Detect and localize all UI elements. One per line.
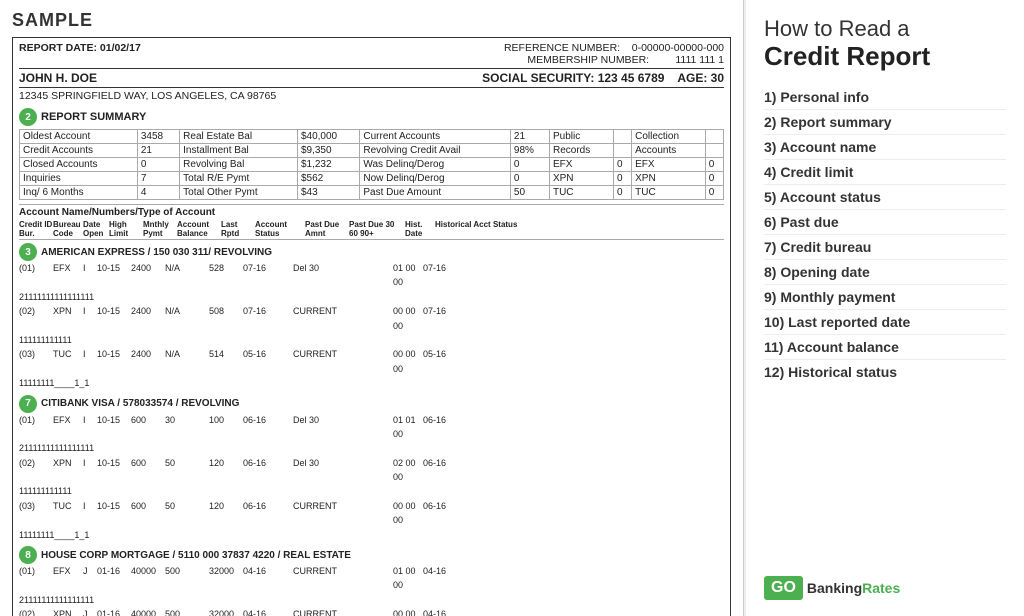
report-date: REPORT DATE: 01/02/17	[19, 42, 141, 66]
table-row: Closed Accounts0 Revolving Bal$1,232 Was…	[20, 158, 724, 172]
mortgage-name: HOUSE CORP MORTGAGE / 5110 000 37837 422…	[41, 550, 351, 561]
amex-row-2: (02)XPNI10-152400N/A50807-16CURRENT00 00…	[19, 304, 724, 347]
right-panel: How to Read a Credit Report 1) Personal …	[744, 0, 1024, 616]
list-item: 10) Last reported date	[764, 310, 1006, 335]
social-security: SOCIAL SECURITY: 123 45 6789 AGE: 30	[482, 71, 724, 85]
list-item: 5) Account status	[764, 185, 1006, 210]
citibank-row-3: (03)TUCI10-156005012006-16CURRENT00 00 0…	[19, 499, 724, 542]
logo-area: GO Banking Rates	[764, 576, 1006, 600]
list-item: 11) Account balance	[764, 335, 1006, 360]
list-item: 7) Credit bureau	[764, 235, 1006, 260]
person-name: JOHN H. DOE	[19, 71, 97, 85]
logo-go: GO	[764, 576, 803, 600]
acct-section-header: Account Name/Numbers/Type of Account	[19, 204, 724, 218]
list-item: 6) Past due	[764, 210, 1006, 235]
left-panel: SAMPLE REPORT DATE: 01/02/17 REFERENCE N…	[0, 0, 744, 616]
badge-7: 7	[19, 395, 37, 413]
amex-name: AMERICAN EXPRESS / 150 030 311/ REVOLVIN…	[41, 247, 272, 258]
citibank-name: CITIBANK VISA / 578033574 / REVOLVING	[41, 398, 239, 409]
mortgage-row-1: (01)EFXJ01-16400005003200004-16CURRENT01…	[19, 564, 724, 607]
amex-row-3: (03)TUCI10-152400N/A51405-16CURRENT00 00…	[19, 347, 724, 390]
report-summary-section: 2 REPORT SUMMARY	[19, 108, 724, 126]
sample-label: SAMPLE	[12, 10, 731, 31]
list-item: 1) Personal info	[764, 85, 1006, 110]
list-item: 3) Account name	[764, 135, 1006, 160]
badge-3: 3	[19, 243, 37, 261]
name-row: JOHN H. DOE SOCIAL SECURITY: 123 45 6789…	[19, 68, 724, 85]
report-header: REPORT DATE: 01/02/17 REFERENCE NUMBER: …	[19, 42, 724, 66]
col-headers: Credit ID Bur. Bureau Code Date Open Hig…	[19, 220, 724, 240]
amex-section: 3 AMERICAN EXPRESS / 150 030 311/ REVOLV…	[19, 243, 724, 261]
logo-banking: Banking	[807, 580, 862, 596]
table-row: Inquiries7 Total R/E Pymt$562 Now Delinq…	[20, 172, 724, 186]
citibank-section: 7 CITIBANK VISA / 578033574 / REVOLVING	[19, 395, 724, 413]
table-row: Inq/ 6 Months4 Total Other Pymt$43 Past …	[20, 186, 724, 200]
reference-block: REFERENCE NUMBER: 0-00000-00000-000 MEMB…	[504, 42, 724, 66]
summary-table: Oldest Account3458 Real Estate Bal$40,00…	[19, 129, 724, 200]
list-item: 4) Credit limit	[764, 160, 1006, 185]
badge-2: 2	[19, 108, 37, 126]
mortgage-row-2: (02)XPNJ01-16400005003200004-16CURRENT00…	[19, 607, 724, 616]
logo-rates: Rates	[862, 580, 900, 596]
badge-8: 8	[19, 546, 37, 564]
table-row: Oldest Account3458 Real Estate Bal$40,00…	[20, 130, 724, 144]
list-item: 12) Historical status	[764, 360, 1006, 384]
right-list: 1) Personal info 2) Report summary 3) Ac…	[764, 85, 1006, 566]
list-item: 9) Monthly payment	[764, 285, 1006, 310]
address-row: 12345 SPRINGFIELD WAY, LOS ANGELES, CA 9…	[19, 87, 724, 102]
mortgage-section: 8 HOUSE CORP MORTGAGE / 5110 000 37837 4…	[19, 546, 724, 564]
amex-row-1: (01)EFXI10-152400N/A52807-16Del 3001 00 …	[19, 261, 724, 304]
citibank-row-2: (02)XPNI10-156005012006-16Del 3002 00 00…	[19, 456, 724, 499]
citibank-row-1: (01)EFXI10-156003010006-16Del 3001 01 00…	[19, 413, 724, 456]
right-title-line1: How to Read a	[764, 16, 1006, 42]
report-box: REPORT DATE: 01/02/17 REFERENCE NUMBER: …	[12, 37, 731, 616]
list-item: 8) Opening date	[764, 260, 1006, 285]
list-item: 2) Report summary	[764, 110, 1006, 135]
table-row: Credit Accounts21 Installment Bal$9,350 …	[20, 144, 724, 158]
right-title-line2: Credit Report	[764, 42, 1006, 71]
